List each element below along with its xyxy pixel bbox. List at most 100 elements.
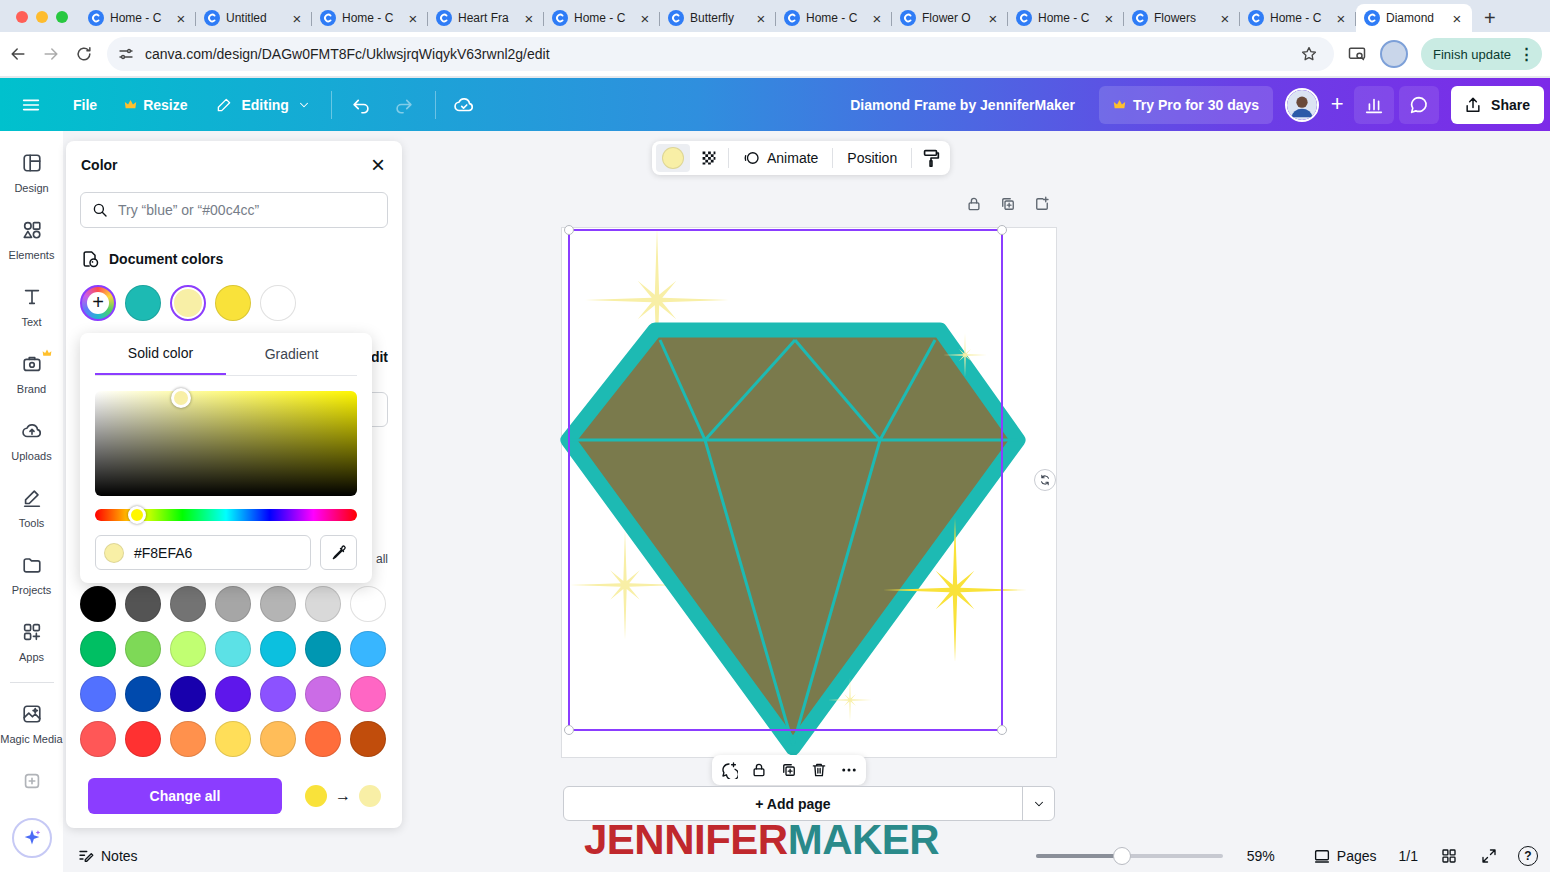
more-apps-icon[interactable] bbox=[21, 770, 43, 792]
more-dots-icon[interactable] bbox=[840, 761, 858, 779]
default-color-swatch[interactable] bbox=[170, 676, 206, 712]
resize-menu[interactable]: Resize bbox=[124, 97, 187, 113]
hue-slider[interactable] bbox=[95, 509, 357, 521]
resize-handle[interactable] bbox=[997, 225, 1007, 235]
transparency-checker-icon[interactable] bbox=[698, 147, 720, 169]
color-search-field[interactable]: Try “blue” or “#00c4cc” bbox=[80, 192, 388, 228]
help-button[interactable]: ? bbox=[1518, 846, 1538, 866]
forward-arrow-icon[interactable] bbox=[41, 44, 61, 64]
resize-handle[interactable] bbox=[564, 225, 574, 235]
default-color-swatch[interactable] bbox=[125, 676, 161, 712]
browser-tab[interactable]: Heart Fra× bbox=[428, 4, 544, 32]
sidebar-item[interactable]: Projects bbox=[0, 544, 63, 611]
tab-close-button[interactable]: × bbox=[174, 10, 188, 27]
browser-tab[interactable]: Home - C× bbox=[312, 4, 428, 32]
try-pro-button[interactable]: Try Pro for 30 days bbox=[1099, 86, 1273, 124]
zoom-slider[interactable] bbox=[1036, 854, 1223, 858]
dog-photo[interactable] bbox=[568, 330, 1018, 748]
document-color-swatch[interactable] bbox=[170, 285, 206, 321]
default-color-swatch[interactable] bbox=[215, 631, 251, 667]
magic-assistant-button[interactable] bbox=[12, 818, 52, 858]
add-page-options-button[interactable] bbox=[1022, 787, 1054, 820]
picker-tab[interactable]: Solid color bbox=[95, 333, 226, 375]
browser-tab[interactable]: Flower O× bbox=[892, 4, 1008, 32]
hamburger-menu-icon[interactable] bbox=[20, 94, 42, 116]
trash-icon[interactable] bbox=[810, 761, 828, 779]
default-color-swatch[interactable] bbox=[125, 631, 161, 667]
tab-close-button[interactable]: × bbox=[1334, 10, 1348, 27]
sidebar-item[interactable]: Brand bbox=[0, 343, 63, 410]
zoom-value[interactable]: 59% bbox=[1247, 848, 1275, 864]
sparkle-star[interactable] bbox=[943, 333, 987, 377]
default-color-swatch[interactable] bbox=[260, 721, 296, 757]
browser-menu-button[interactable]: ⋮ bbox=[1519, 45, 1534, 63]
duplicate-page-icon[interactable] bbox=[999, 195, 1017, 213]
new-tab-button[interactable]: + bbox=[1484, 4, 1496, 32]
browser-tab[interactable]: Flowers× bbox=[1124, 4, 1240, 32]
tab-close-button[interactable]: × bbox=[870, 10, 884, 27]
user-avatar[interactable] bbox=[1285, 88, 1319, 122]
default-color-swatch[interactable] bbox=[305, 586, 341, 622]
fill-color-button[interactable] bbox=[656, 144, 690, 172]
default-color-swatch[interactable] bbox=[170, 631, 206, 667]
document-color-swatch[interactable] bbox=[260, 285, 296, 321]
default-color-swatch[interactable] bbox=[215, 676, 251, 712]
default-color-swatch[interactable] bbox=[215, 721, 251, 757]
default-color-swatch[interactable] bbox=[80, 721, 116, 757]
default-color-swatch[interactable] bbox=[125, 586, 161, 622]
address-field[interactable]: canva.com/design/DAGw0FMT8Fc/UklwsjrqWiq… bbox=[107, 37, 1334, 71]
tab-close-button[interactable]: × bbox=[290, 10, 304, 27]
default-color-swatch[interactable] bbox=[350, 631, 386, 667]
default-color-swatch[interactable] bbox=[260, 586, 296, 622]
animate-button[interactable]: Animate bbox=[737, 149, 824, 167]
zoom-window-button[interactable] bbox=[56, 11, 68, 23]
tab-close-button[interactable]: × bbox=[986, 10, 1000, 27]
bookmark-star-icon[interactable] bbox=[1300, 45, 1318, 63]
sidebar-item[interactable]: Apps bbox=[0, 611, 63, 678]
resize-handle[interactable] bbox=[997, 725, 1007, 735]
change-all-button[interactable]: Change all bbox=[88, 778, 282, 814]
browser-tab[interactable]: Diamond× bbox=[1356, 4, 1472, 32]
resize-handle[interactable] bbox=[564, 725, 574, 735]
default-color-swatch[interactable] bbox=[80, 586, 116, 622]
default-color-swatch[interactable] bbox=[80, 631, 116, 667]
default-color-swatch[interactable] bbox=[80, 676, 116, 712]
screen-search-icon[interactable] bbox=[1347, 44, 1367, 64]
document-color-swatch[interactable] bbox=[215, 285, 251, 321]
default-color-swatch[interactable] bbox=[215, 586, 251, 622]
tab-close-button[interactable]: × bbox=[1450, 10, 1464, 27]
tab-close-button[interactable]: × bbox=[638, 10, 652, 27]
hue-handle[interactable] bbox=[128, 506, 146, 524]
sidebar-item[interactable]: Uploads bbox=[0, 410, 63, 477]
editing-mode-menu[interactable]: Editing bbox=[215, 96, 310, 114]
default-color-swatch[interactable] bbox=[125, 721, 161, 757]
default-color-swatch[interactable] bbox=[305, 676, 341, 712]
lock-icon[interactable] bbox=[965, 195, 983, 213]
minimize-window-button[interactable] bbox=[36, 11, 48, 23]
cloud-saved-icon[interactable] bbox=[453, 94, 475, 116]
sidebar-item[interactable]: Magic Media bbox=[0, 693, 63, 760]
close-panel-button[interactable]: × bbox=[371, 155, 385, 175]
tab-close-button[interactable]: × bbox=[1218, 10, 1232, 27]
paint-roller-icon[interactable] bbox=[920, 147, 942, 169]
insights-button[interactable] bbox=[1354, 86, 1394, 124]
sparkle-star[interactable] bbox=[883, 518, 1027, 662]
browser-tab[interactable]: Butterfly× bbox=[660, 4, 776, 32]
reload-icon[interactable] bbox=[74, 44, 94, 64]
add-page-button[interactable]: + Add page bbox=[564, 787, 1022, 820]
pages-button[interactable]: Pages bbox=[1313, 847, 1377, 865]
tab-close-button[interactable]: × bbox=[754, 10, 768, 27]
comments-button[interactable] bbox=[1399, 86, 1439, 124]
position-button[interactable]: Position bbox=[841, 150, 903, 166]
edit-link[interactable]: dit bbox=[371, 349, 388, 365]
see-all-link[interactable]: all bbox=[376, 551, 388, 567]
notes-button[interactable]: Notes bbox=[77, 847, 138, 865]
fullscreen-icon[interactable] bbox=[1480, 847, 1498, 865]
rotate-handle[interactable] bbox=[1034, 469, 1056, 491]
tab-close-button[interactable]: × bbox=[1102, 10, 1116, 27]
lock-icon[interactable] bbox=[750, 761, 768, 779]
default-color-swatch[interactable] bbox=[170, 586, 206, 622]
default-color-swatch[interactable] bbox=[350, 721, 386, 757]
sidebar-item[interactable]: Tools bbox=[0, 477, 63, 544]
document-color-swatch[interactable] bbox=[125, 285, 161, 321]
